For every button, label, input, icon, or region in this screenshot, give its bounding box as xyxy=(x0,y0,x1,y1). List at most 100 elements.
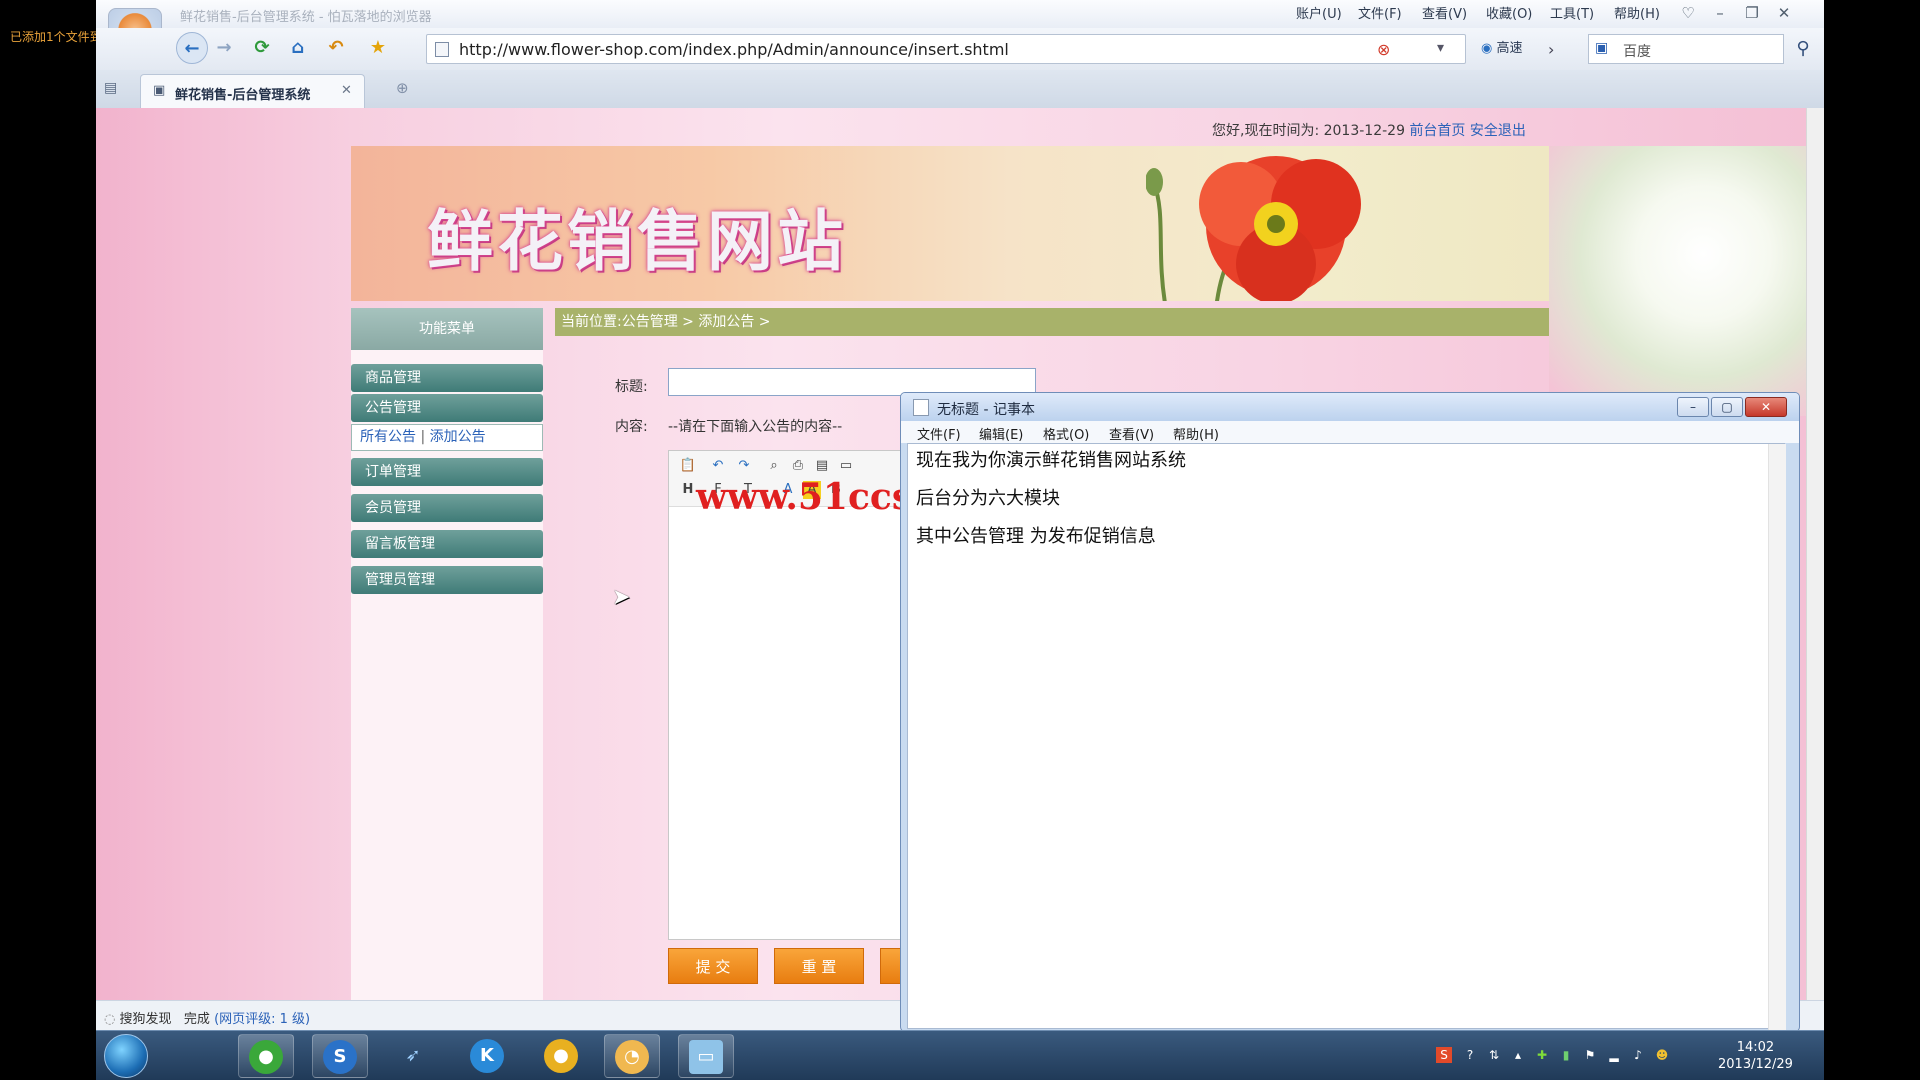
heading-icon[interactable]: H xyxy=(679,481,697,499)
notepad-window: 无标题 - 记事本 – ▢ ✕ 文件(F) 编辑(E) 格式(O) 查看(V) … xyxy=(900,392,1800,1032)
back-icon[interactable]: ← xyxy=(176,32,208,64)
tab-bar: ▤ ▣ 鲜花销售-后台管理系统 ✕ ⊕ xyxy=(96,70,1824,108)
tray-expand-icon[interactable]: ▴ xyxy=(1510,1047,1526,1063)
taskbar: ● S ➶ K ● ◔ ▭ S ? ⇅ ▴ ✚ ▮ ⚑ ▂ ♪ ☻ 14:02 … xyxy=(96,1030,1824,1080)
menu-tools[interactable]: 工具(T) xyxy=(1550,3,1594,22)
banner-title: 鲜花销售网站 xyxy=(427,203,847,280)
tab-admin[interactable]: ▣ 鲜花销售-后台管理系统 ✕ xyxy=(140,74,365,108)
notepad-menu-file[interactable]: 文件(F) xyxy=(917,424,961,443)
menu-account[interactable]: 账户(U) xyxy=(1296,3,1342,22)
sogou-input-icon[interactable]: S xyxy=(1436,1047,1452,1063)
page-scrollbar[interactable] xyxy=(1806,108,1824,1000)
help-icon[interactable]: ? xyxy=(1462,1047,1478,1063)
search-input[interactable]: ▣ 百度 xyxy=(1588,34,1784,64)
taskbar-app-kugou[interactable]: K xyxy=(460,1034,516,1078)
notepad-menu-help[interactable]: 帮助(H) xyxy=(1173,424,1219,443)
favorite-star-icon[interactable]: ★ xyxy=(362,32,394,64)
minimize-button[interactable]: – xyxy=(1708,2,1732,24)
reset-button[interactable]: 重 置 xyxy=(774,948,864,984)
chevron-right-icon[interactable]: › xyxy=(1548,40,1554,59)
notepad-icon: ▭ xyxy=(689,1040,723,1074)
code-icon[interactable]: ▭ xyxy=(837,457,855,475)
notepad-close-button[interactable]: ✕ xyxy=(1745,397,1787,417)
status-done: 完成 xyxy=(183,1012,210,1027)
paste-icon[interactable]: 📋 xyxy=(679,457,697,475)
submit-button[interactable]: 提 交 xyxy=(668,948,758,984)
security-icon[interactable]: ✚ xyxy=(1534,1047,1550,1063)
home-icon[interactable]: ⌂ xyxy=(282,32,314,64)
notepad-line: 现在我为你演示鲜花销售网站系统 xyxy=(916,450,1186,471)
sidebar-item-admins[interactable]: 管理员管理 xyxy=(351,566,543,594)
sidebar-item-guestbook[interactable]: 留言板管理 xyxy=(351,530,543,558)
green-globe-icon: ● xyxy=(249,1040,283,1074)
redo-icon[interactable]: ↷ xyxy=(735,457,753,475)
sidebar-toggle-icon[interactable]: ▤ xyxy=(104,80,117,96)
add-announcement-link[interactable]: 添加公告 xyxy=(430,429,486,445)
sidebar-item-products[interactable]: 商品管理 xyxy=(351,364,543,392)
fruit-icon: ● xyxy=(544,1039,578,1073)
clock[interactable]: 14:02 2013/12/29 xyxy=(1718,1039,1793,1073)
menu-favorites[interactable]: 收藏(O) xyxy=(1486,3,1532,22)
sidebar-item-members[interactable]: 会员管理 xyxy=(351,494,543,522)
network-share-icon[interactable]: ⇅ xyxy=(1486,1047,1502,1063)
content-hint: --请在下面输入公告的内容-- xyxy=(668,419,843,435)
undo-icon[interactable]: ↶ xyxy=(320,32,352,64)
notepad-text-area[interactable]: 现在我为你演示鲜花销售网站系统 后台分为六大模块 其中公告管理 为发布促销信息 xyxy=(907,443,1786,1030)
taskbar-app-360[interactable]: ● xyxy=(238,1034,294,1078)
status-discover[interactable]: 搜狗发现 xyxy=(119,1012,171,1027)
notepad-menu-edit[interactable]: 编辑(E) xyxy=(979,424,1023,443)
notepad-title: 无标题 - 记事本 xyxy=(937,402,1035,418)
notepad-line: 后台分为六大模块 xyxy=(916,488,1060,509)
undo-icon[interactable]: ↶ xyxy=(709,457,727,475)
menu-help[interactable]: 帮助(H) xyxy=(1614,3,1660,22)
refresh-icon[interactable]: ⟳ xyxy=(246,32,278,64)
restore-button[interactable]: ❐ xyxy=(1740,2,1764,24)
tab-close-icon[interactable]: ✕ xyxy=(341,83,352,98)
site-banner: 鲜花销售网站 xyxy=(351,146,1549,301)
taskbar-app-notepad[interactable]: ▭ xyxy=(678,1034,734,1078)
address-bar[interactable]: http://www.flower-shop.com/index.php/Adm… xyxy=(426,34,1466,64)
taskbar-app-fruit[interactable]: ● xyxy=(534,1034,590,1078)
menu-view[interactable]: 查看(V) xyxy=(1422,3,1467,22)
announcement-submenu: 所有公告 | 添加公告 xyxy=(351,424,543,451)
taskbar-app-sogou[interactable]: S xyxy=(312,1034,368,1078)
close-button[interactable]: ✕ xyxy=(1772,2,1796,24)
clock-time: 14:02 xyxy=(1736,1040,1775,1055)
notepad-scrollbar[interactable] xyxy=(1768,444,1786,1030)
sidebar-item-orders[interactable]: 订单管理 xyxy=(351,458,543,486)
new-tab-icon[interactable]: ⊕ xyxy=(396,79,409,97)
search-icon[interactable]: ⚲ xyxy=(1788,34,1818,64)
template-icon[interactable]: ▤ xyxy=(813,457,831,475)
notepad-minimize-button[interactable]: – xyxy=(1677,397,1709,417)
notepad-maximize-button[interactable]: ▢ xyxy=(1711,397,1743,417)
address-text[interactable]: http://www.flower-shop.com/index.php/Adm… xyxy=(459,40,1009,59)
flag-icon[interactable]: ⚑ xyxy=(1582,1047,1598,1063)
speed-mode-button[interactable]: ◉ 高速 xyxy=(1481,34,1541,64)
forward-icon[interactable]: → xyxy=(208,32,240,64)
notepad-line: 其中公告管理 为发布促销信息 xyxy=(916,526,1156,547)
sidebar: 功能菜单 商品管理 公告管理 所有公告 | 添加公告 订单管理 会员管理 留言板… xyxy=(351,308,543,1000)
battery-icon[interactable]: ▮ xyxy=(1558,1047,1574,1063)
menu-file[interactable]: 文件(F) xyxy=(1358,3,1402,22)
all-announcements-link[interactable]: 所有公告 xyxy=(360,429,416,445)
preview-icon[interactable]: ⌕ xyxy=(765,457,783,475)
logout-link[interactable]: 安全退出 xyxy=(1470,123,1526,139)
notepad-menu-format[interactable]: 格式(O) xyxy=(1043,424,1089,443)
signal-icon[interactable]: ▂ xyxy=(1606,1047,1622,1063)
status-rating[interactable]: (网页评级: 1 级) xyxy=(214,1012,310,1027)
notepad-menu-view[interactable]: 查看(V) xyxy=(1109,424,1154,443)
window-title: 鲜花销售-后台管理系统 - 怕瓦落地的浏览器 xyxy=(180,10,432,25)
start-button[interactable] xyxy=(104,1034,148,1078)
taskbar-app-browser[interactable]: ◔ xyxy=(604,1034,660,1078)
qq-icon[interactable]: ☻ xyxy=(1654,1047,1670,1063)
volume-icon[interactable]: ♪ xyxy=(1630,1047,1646,1063)
front-page-link[interactable]: 前台首页 xyxy=(1409,123,1465,139)
dropdown-icon[interactable]: ▾ xyxy=(1437,40,1444,56)
kugou-icon: K xyxy=(470,1039,504,1073)
sidebar-item-announcements[interactable]: 公告管理 xyxy=(351,394,543,422)
skin-icon[interactable]: ♡ xyxy=(1676,2,1700,24)
stop-icon[interactable]: ⊗ xyxy=(1377,40,1390,59)
print-icon[interactable]: ⎙ xyxy=(789,457,807,475)
rich-text-editor[interactable]: 📋 ↶ ↷ ⌕ ⎙ ▤ ▭ H F T A A B xyxy=(668,450,909,940)
taskbar-app-bird[interactable]: ➶ xyxy=(386,1034,442,1078)
